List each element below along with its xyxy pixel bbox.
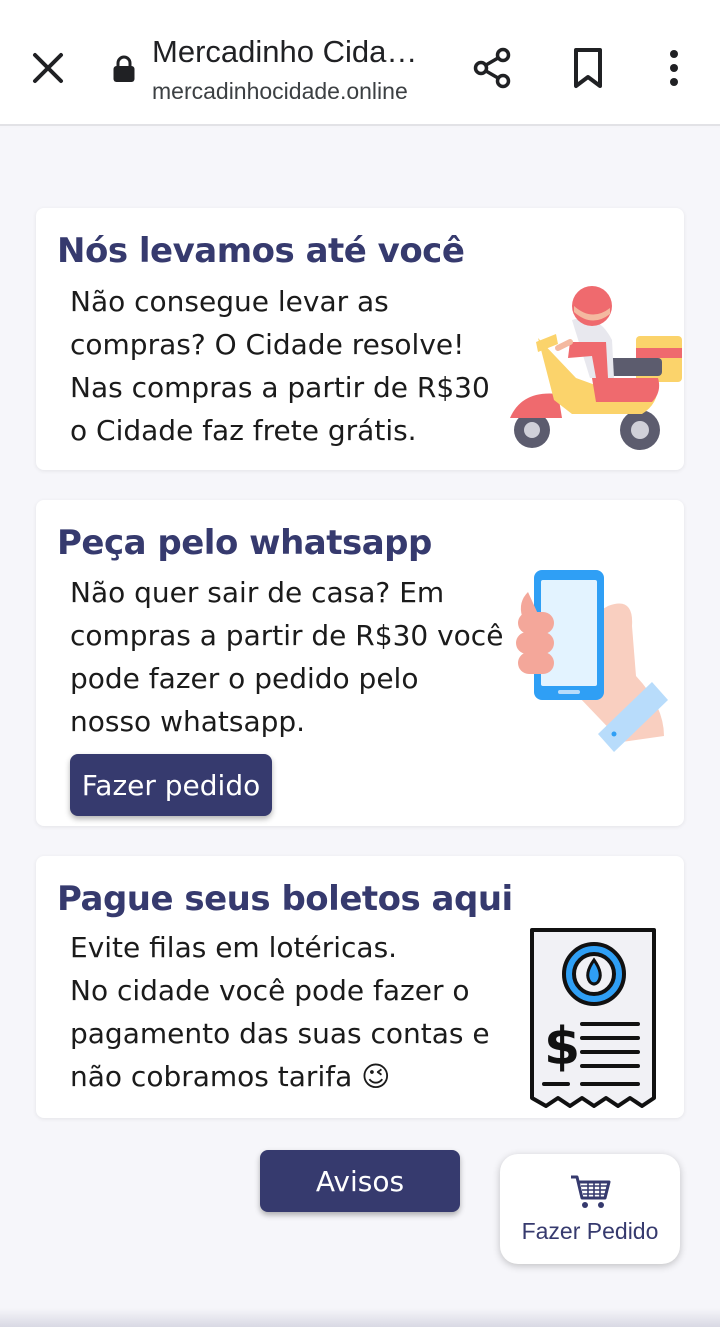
lock-icon: [112, 55, 136, 83]
bottom-nav-shadow: [0, 1308, 720, 1327]
share-icon[interactable]: [468, 44, 516, 92]
close-icon[interactable]: [26, 46, 70, 90]
whatsapp-card: Peça pelo whatsapp Não quer sair de casa…: [36, 500, 684, 826]
delivery-card-text: Não consegue levar as compras? O Cidade …: [70, 285, 490, 447]
browser-toolbar: Mercadinho Cida… mercadinhocidade.online: [0, 0, 720, 126]
more-icon[interactable]: [650, 44, 698, 92]
delivery-card-title: Nós levamos até você: [57, 231, 465, 271]
main-content: Nós levamos até você Não consegue levar …: [0, 128, 720, 1327]
whatsapp-card-title: Peça pelo whatsapp: [57, 523, 432, 563]
bill-receipt-icon: $: [528, 926, 658, 1112]
fazer-pedido-fab[interactable]: Fazer Pedido: [500, 1154, 680, 1264]
boletos-card: Pague seus boletos aqui Evite filas em l…: [36, 856, 684, 1118]
fazer-pedido-label: Fazer Pedido: [521, 1217, 659, 1244]
delivery-scooter-icon: [502, 282, 684, 458]
avisos-button[interactable]: Avisos: [260, 1150, 460, 1212]
bookmark-icon[interactable]: [564, 44, 612, 92]
boletos-card-text: Evite filas em lotéricas. No cidade você…: [70, 931, 490, 1093]
fazer-pedido-button[interactable]: Fazer pedido: [70, 754, 272, 816]
boletos-card-title: Pague seus boletos aqui: [57, 879, 513, 919]
svg-text:$: $: [544, 1017, 580, 1077]
delivery-card: Nós levamos até você Não consegue levar …: [36, 208, 684, 470]
whatsapp-card-text: Não quer sair de casa? Em compras a part…: [70, 576, 504, 738]
hand-phone-icon: [514, 566, 674, 760]
page-url[interactable]: mercadinhocidade.online: [152, 78, 408, 105]
page-title[interactable]: Mercadinho Cida…: [152, 34, 417, 70]
cart-icon: [569, 1174, 611, 1214]
